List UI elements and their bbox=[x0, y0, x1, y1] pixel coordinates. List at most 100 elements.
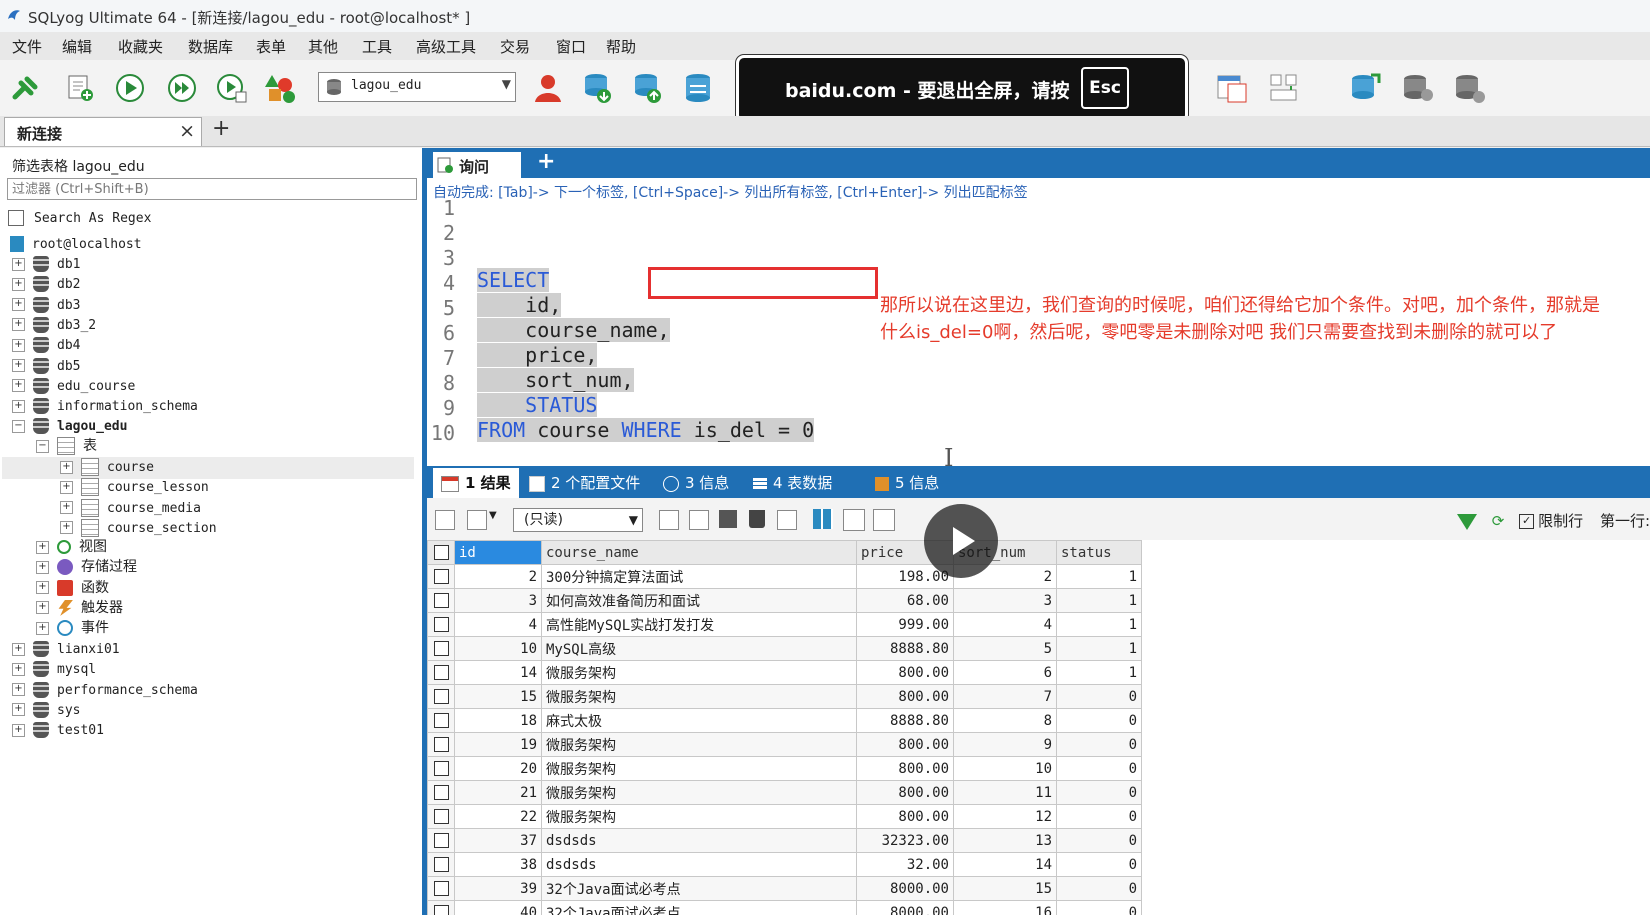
tab-table-data[interactable]: 4 表数据 bbox=[753, 472, 832, 493]
copy-database-icon[interactable] bbox=[1452, 70, 1488, 106]
row-checkbox[interactable] bbox=[433, 617, 449, 632]
cell-status[interactable]: 1 bbox=[1056, 588, 1142, 613]
duplicate-row-icon[interactable] bbox=[689, 510, 709, 530]
menu-window[interactable]: 窗口 bbox=[556, 36, 586, 57]
cell-sort-num[interactable]: 5 bbox=[953, 636, 1057, 661]
cell-course-name[interactable]: 微服务架构 bbox=[541, 780, 857, 805]
row-select-cell[interactable] bbox=[427, 660, 455, 685]
tree-object-folder[interactable]: + 函数 bbox=[36, 578, 109, 598]
expand-icon[interactable]: + bbox=[12, 642, 25, 656]
cell-sort-num[interactable]: 12 bbox=[953, 804, 1057, 829]
menu-transaction[interactable]: 交易 bbox=[500, 36, 530, 57]
menu-database[interactable]: 数据库 bbox=[188, 36, 233, 57]
cell-id[interactable]: 39 bbox=[454, 876, 542, 901]
expand-icon[interactable]: + bbox=[36, 581, 49, 595]
row-select-cell[interactable] bbox=[427, 876, 455, 901]
add-query-tab-icon[interactable]: + bbox=[537, 149, 555, 174]
schema-sync-icon[interactable] bbox=[1214, 70, 1250, 106]
cell-sort-num[interactable]: 6 bbox=[953, 660, 1057, 685]
tree-table[interactable]: + course_section bbox=[60, 518, 217, 538]
query-tab[interactable]: 询问 bbox=[433, 152, 521, 178]
close-icon[interactable]: × bbox=[179, 120, 195, 142]
cell-sort-num[interactable]: 10 bbox=[953, 756, 1057, 781]
cell-status[interactable]: 0 bbox=[1056, 852, 1142, 877]
cell-price[interactable]: 999.00 bbox=[856, 612, 954, 637]
expand-icon[interactable]: + bbox=[12, 277, 25, 291]
tree-db[interactable]: + lianxi01 bbox=[12, 639, 120, 659]
import-data-icon[interactable] bbox=[1348, 70, 1384, 106]
cell-status[interactable]: 1 bbox=[1056, 612, 1142, 637]
expand-icon[interactable]: + bbox=[36, 560, 49, 574]
table-row[interactable]: 20 微服务架构 800.00 10 0 bbox=[427, 756, 1142, 781]
cell-id[interactable]: 2 bbox=[454, 564, 542, 589]
code-line-8[interactable]: sort_num, bbox=[477, 368, 634, 392]
row-checkbox[interactable] bbox=[433, 665, 449, 680]
insert-row-icon[interactable] bbox=[659, 510, 679, 530]
tree-db[interactable]: + information_schema bbox=[12, 396, 198, 416]
expand-icon[interactable]: + bbox=[12, 399, 25, 413]
tree-object-folder[interactable]: + 事件 bbox=[36, 618, 109, 638]
expand-icon[interactable]: + bbox=[12, 338, 25, 352]
cell-course-name[interactable]: 32个Java面试必考点 bbox=[541, 876, 857, 901]
cell-sort-num[interactable]: 11 bbox=[953, 780, 1057, 805]
cell-sort-num[interactable]: 13 bbox=[953, 828, 1057, 853]
cell-course-name[interactable]: 微服务架构 bbox=[541, 756, 857, 781]
row-select-cell[interactable] bbox=[427, 564, 455, 589]
expand-icon[interactable]: + bbox=[12, 683, 25, 697]
row-select-cell[interactable] bbox=[427, 588, 455, 613]
cell-status[interactable]: 0 bbox=[1056, 900, 1142, 915]
table-row[interactable]: 38 dsdsds 32.00 14 0 bbox=[427, 852, 1142, 877]
cell-price[interactable]: 8000.00 bbox=[856, 900, 954, 915]
cell-id[interactable]: 10 bbox=[454, 636, 542, 661]
cell-status[interactable]: 0 bbox=[1056, 804, 1142, 829]
table-row[interactable]: 14 微服务架构 800.00 6 1 bbox=[427, 660, 1142, 685]
cell-course-name[interactable]: dsdsds bbox=[541, 852, 857, 877]
cell-status[interactable]: 0 bbox=[1056, 708, 1142, 733]
expand-icon[interactable]: + bbox=[12, 703, 25, 717]
cell-sort-num[interactable]: 15 bbox=[953, 876, 1057, 901]
tree-object-folder[interactable]: + 视图 bbox=[36, 537, 107, 557]
menu-powertools[interactable]: 高级工具 bbox=[416, 36, 476, 57]
cell-course-name[interactable]: 微服务架构 bbox=[541, 732, 857, 757]
cell-course-name[interactable]: 微服务架构 bbox=[541, 660, 857, 685]
row-checkbox[interactable] bbox=[433, 881, 449, 896]
menu-others[interactable]: 其他 bbox=[308, 36, 338, 57]
table-diagnostics-icon[interactable] bbox=[1266, 70, 1302, 106]
execute-edit-icon[interactable] bbox=[214, 70, 250, 106]
cell-sort-num[interactable]: 14 bbox=[953, 852, 1057, 877]
expand-icon[interactable]: + bbox=[60, 480, 73, 494]
execute-all-icon[interactable] bbox=[164, 70, 200, 106]
expand-icon[interactable]: + bbox=[36, 540, 49, 554]
tree-db[interactable]: + edu_course bbox=[12, 376, 135, 396]
export-data-icon[interactable] bbox=[1400, 70, 1436, 106]
cell-price[interactable]: 800.00 bbox=[856, 780, 954, 805]
table-row[interactable]: 4 高性能MySQL实战打发打发 999.00 4 1 bbox=[427, 612, 1142, 637]
table-row[interactable]: 37 dsdsds 32323.00 13 0 bbox=[427, 828, 1142, 853]
cell-status[interactable]: 1 bbox=[1056, 564, 1142, 589]
column-header-id[interactable]: id bbox=[454, 540, 542, 565]
select-all-cell[interactable] bbox=[427, 540, 455, 565]
tree-db[interactable]: + db1 bbox=[12, 254, 80, 274]
limit-checkbox[interactable]: ✓ bbox=[1519, 514, 1535, 529]
tab-result[interactable]: 1 结果 bbox=[433, 468, 519, 498]
expand-icon[interactable]: + bbox=[60, 521, 73, 535]
table-row[interactable]: 3 如何高效准备简历和面试 68.00 3 1 bbox=[427, 588, 1142, 613]
cell-status[interactable]: 0 bbox=[1056, 756, 1142, 781]
tab-profile[interactable]: 2 个配置文件 bbox=[529, 472, 640, 493]
cell-price[interactable]: 8888.80 bbox=[856, 708, 954, 733]
tree-db[interactable]: + db2 bbox=[12, 274, 80, 294]
execute-query-icon[interactable] bbox=[112, 70, 148, 106]
row-checkbox[interactable] bbox=[433, 905, 449, 915]
cell-id[interactable]: 14 bbox=[454, 660, 542, 685]
cell-course-name[interactable]: 如何高效准备简历和面试 bbox=[541, 588, 857, 613]
menu-edit[interactable]: 编辑 bbox=[62, 36, 92, 57]
cell-sort-num[interactable]: 7 bbox=[953, 684, 1057, 709]
cell-id[interactable]: 20 bbox=[454, 756, 542, 781]
row-select-cell[interactable] bbox=[427, 780, 455, 805]
connection-tab[interactable]: 新连接 × bbox=[4, 117, 202, 146]
read-only-select[interactable]: (只读) ▼ bbox=[513, 508, 643, 532]
tree-db-active[interactable]: − lagou_edu bbox=[12, 416, 127, 436]
menu-file[interactable]: 文件 bbox=[12, 36, 42, 57]
expand-icon[interactable]: + bbox=[12, 257, 25, 271]
filter-icon[interactable] bbox=[1457, 513, 1477, 530]
